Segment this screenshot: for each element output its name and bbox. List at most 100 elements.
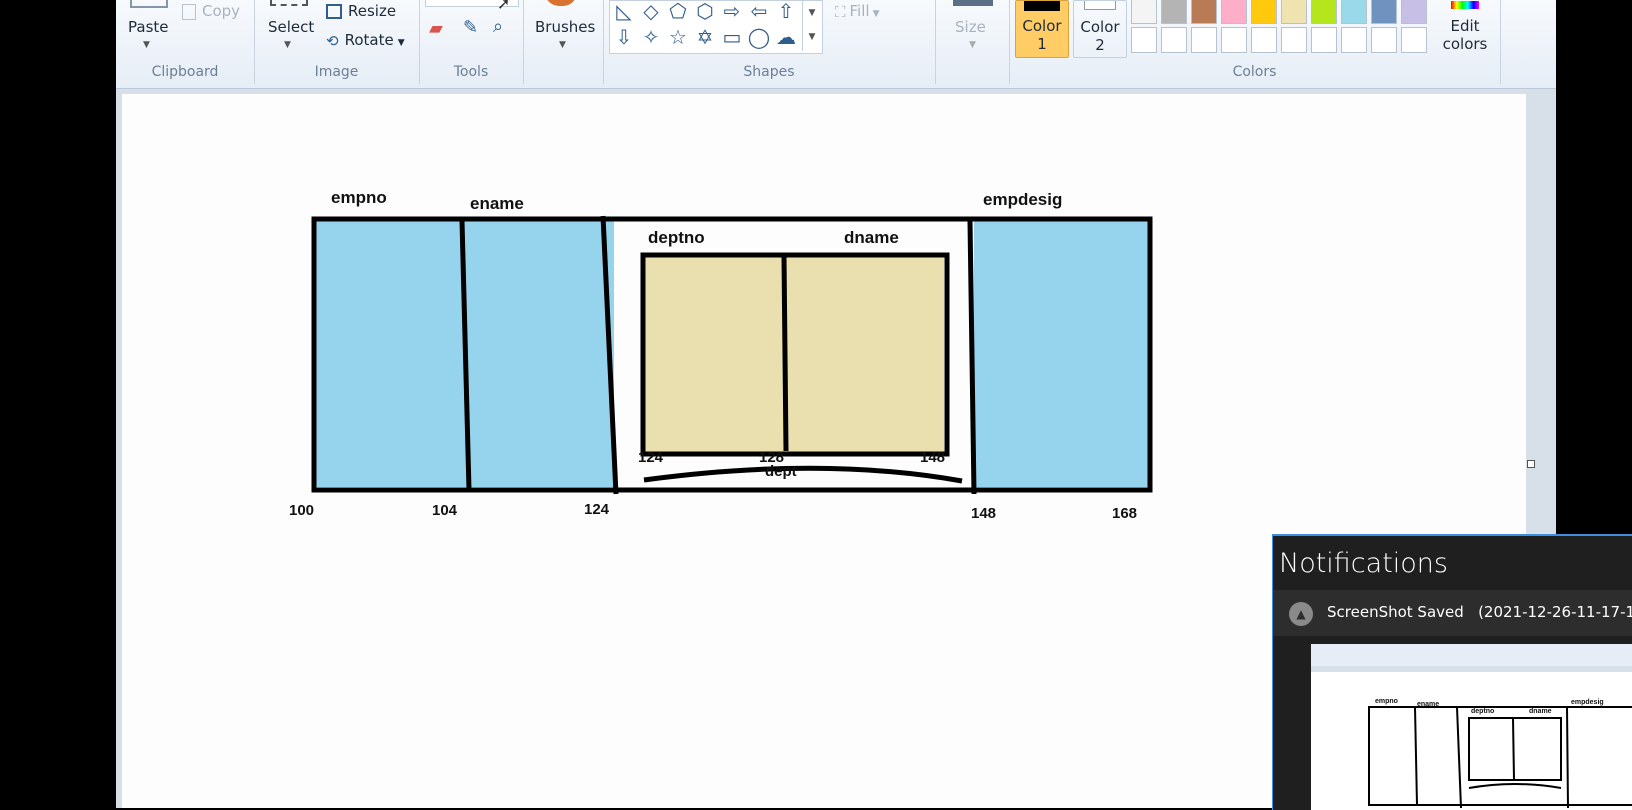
color-picker-icon[interactable]: ✎	[463, 17, 478, 38]
label-empdesig: empdesig	[983, 190, 1063, 209]
palette-swatch[interactable]	[1371, 27, 1397, 53]
hexagon-icon[interactable]: ⬡	[693, 0, 717, 23]
palette-swatch[interactable]	[1131, 0, 1157, 24]
color1-label: Color	[1022, 17, 1062, 35]
inner-tick-124: 124	[638, 449, 664, 466]
screenshot-preview[interactable]: empno ename deptno dname empdesig	[1311, 644, 1632, 810]
image-group: Select ▼ Resize ⟲ Rotate ▼ Image	[254, 0, 420, 84]
label-empno: empno	[331, 188, 387, 207]
paste-button[interactable]: Paste	[128, 18, 169, 36]
tools-group: ➚ ▰ ✎ ⌕ Tools	[419, 0, 524, 84]
tick-124: 124	[584, 501, 610, 518]
canvas-resize-handle[interactable]	[1527, 460, 1535, 468]
cursor-icon: ➚	[497, 0, 511, 13]
dept-brace	[643, 465, 963, 484]
palette-swatch[interactable]	[1191, 27, 1217, 53]
eraser-icon[interactable]: ▰	[429, 18, 443, 39]
preview-label-empno: empno	[1375, 698, 1398, 705]
shapes-group-label: Shapes	[743, 64, 795, 80]
colors-group-label: Colors	[1232, 64, 1277, 80]
resize-button[interactable]: Resize	[326, 2, 396, 20]
inner-tick-148: 148	[920, 449, 946, 466]
palette-swatch[interactable]	[1131, 27, 1157, 53]
notification-panel: Notifications ▲ ScreenShot Saved (2021-1…	[1272, 534, 1632, 810]
label-ename: ename	[470, 194, 524, 213]
notification-message: ScreenShot Saved (2021-12-26-11-17-13.p	[1327, 603, 1632, 621]
color1-swatch	[1024, 1, 1060, 11]
palette-swatch[interactable]	[1341, 27, 1367, 53]
up-arrow-icon[interactable]: ⇧	[774, 0, 798, 23]
palette-swatch[interactable]	[1251, 27, 1277, 53]
paste-icon	[130, 0, 168, 8]
select-button[interactable]: Select	[268, 18, 314, 36]
palette-swatch[interactable]	[1311, 0, 1337, 24]
notification-item[interactable]: ▲ ScreenShot Saved (2021-12-26-11-17-13.…	[1273, 590, 1632, 636]
copy-button[interactable]: Copy	[182, 2, 240, 20]
color1-number: 1	[1037, 35, 1047, 53]
down-arrow-icon[interactable]: ⇩	[612, 25, 636, 49]
rotate-dropdown-icon[interactable]: ▼	[398, 38, 405, 48]
palette-swatch[interactable]	[1161, 27, 1187, 53]
four-point-star-icon[interactable]: ✧	[639, 25, 663, 49]
shapes-group: ◺ ◇ ⬠ ⬡ ⇨ ⇦ ⇧ ⇩ ✧ ☆ ✡ ▭ ◯ ☁ ▼ ▼ ⛶ Fill ▼ Sh…	[603, 0, 936, 84]
edit-colors-button[interactable]: Edit colors	[1433, 0, 1497, 58]
preview-label-dname: dname	[1529, 708, 1552, 715]
oval-callout-icon[interactable]: ◯	[747, 25, 771, 49]
palette-swatch[interactable]	[1311, 27, 1337, 53]
palette-swatch[interactable]	[1251, 0, 1277, 24]
fill-bucket-icon: ⛶	[835, 2, 846, 21]
resize-icon	[326, 4, 342, 19]
palette-swatch[interactable]	[1221, 27, 1247, 53]
tick-104: 104	[432, 502, 458, 519]
pentagon-icon[interactable]: ⬠	[666, 0, 690, 23]
palette-swatch[interactable]	[1371, 0, 1397, 24]
size-dropdown-icon[interactable]: ▼	[969, 40, 976, 50]
inner-tick-128: 128	[759, 449, 785, 466]
palette-swatch[interactable]	[1401, 27, 1427, 53]
chevron-up-icon[interactable]: ▲	[1289, 602, 1313, 626]
preview-brace	[1468, 783, 1562, 789]
color2-button[interactable]: Color 2	[1073, 0, 1127, 58]
left-arrow-icon[interactable]: ⇦	[747, 0, 771, 23]
paste-dropdown-icon[interactable]: ▼	[143, 40, 150, 50]
empdesig-cell	[974, 221, 1148, 487]
tools-group-label: Tools	[453, 64, 489, 80]
ribbon: Paste ▼ Copy Clipboard Select ▼ Resize ⟲…	[116, 0, 1556, 89]
palette-swatch[interactable]	[1191, 0, 1217, 24]
divider-dept-empdesig	[967, 220, 977, 495]
rotate-button[interactable]: ⟲ Rotate ▼	[326, 31, 405, 50]
cloud-callout-icon[interactable]: ☁	[774, 25, 798, 49]
ename-cell	[466, 221, 614, 487]
six-point-star-icon[interactable]: ✡	[693, 25, 717, 49]
brushes-button[interactable]: Brushes	[535, 18, 595, 36]
right-triangle-icon[interactable]: ◺	[612, 0, 636, 23]
select-icon	[270, 0, 308, 6]
rect-callout-icon[interactable]: ▭	[720, 25, 744, 49]
size-button[interactable]: Size	[955, 18, 986, 36]
five-point-star-icon[interactable]: ☆	[666, 25, 690, 49]
brushes-dropdown-icon[interactable]: ▼	[559, 40, 566, 50]
fill-button[interactable]: ⛶ Fill ▼	[835, 2, 879, 21]
preview-drawing	[1368, 706, 1632, 809]
palette-swatch[interactable]	[1161, 0, 1187, 24]
color1-button[interactable]: Color 1	[1015, 0, 1069, 58]
palette-swatch[interactable]	[1221, 0, 1247, 24]
right-arrow-icon[interactable]: ⇨	[720, 0, 744, 23]
palette-swatch[interactable]	[1281, 0, 1307, 24]
preview-divider-1	[1414, 706, 1418, 806]
preview-label-deptno: deptno	[1471, 708, 1495, 715]
label-deptno: deptno	[648, 228, 705, 247]
tick-148: 148	[971, 505, 997, 522]
shapes-scroll[interactable]: ▼ ▼	[802, 1, 821, 51]
clipboard-group: Paste ▼ Copy Clipboard	[116, 0, 255, 84]
deptno-cell	[645, 257, 786, 453]
palette-swatch[interactable]	[1401, 0, 1427, 24]
diamond-icon[interactable]: ◇	[639, 0, 663, 23]
rainbow-icon	[1451, 1, 1479, 9]
empno-cell	[316, 221, 466, 487]
magnifier-icon[interactable]: ⌕	[493, 16, 503, 37]
select-dropdown-icon[interactable]: ▼	[284, 40, 291, 50]
palette-swatch[interactable]	[1281, 27, 1307, 53]
tick-168: 168	[1112, 505, 1138, 522]
palette-swatch[interactable]	[1341, 0, 1367, 24]
